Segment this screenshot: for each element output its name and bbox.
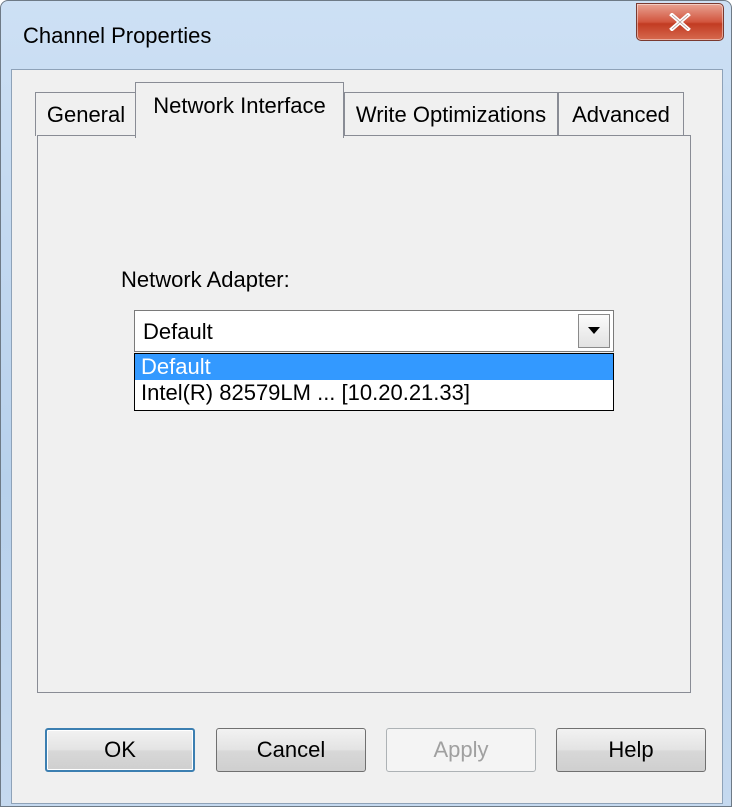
ok-button-label: OK xyxy=(104,737,136,762)
chevron-down-icon xyxy=(588,327,600,334)
window-title: Channel Properties xyxy=(23,23,212,48)
cancel-button-label: Cancel xyxy=(256,737,326,762)
network-interface-panel xyxy=(37,135,691,693)
dropdown-option-intel-adapter[interactable]: Intel(R) 82579LM ... [10.20.21.33] xyxy=(135,380,613,406)
tab-network-interface-label: Network Interface xyxy=(153,93,326,118)
cancel-button[interactable]: Cancel xyxy=(216,728,366,772)
close-button[interactable] xyxy=(636,3,724,41)
help-button-label: Help xyxy=(608,737,654,762)
network-adapter-dropdown-list: Default Intel(R) 82579LM ... [10.20.21.3… xyxy=(134,353,614,411)
tab-write-optimizations[interactable]: Write Optimizations xyxy=(344,92,558,136)
close-icon xyxy=(669,13,691,31)
tab-advanced[interactable]: Advanced xyxy=(558,92,684,136)
network-adapter-combobox[interactable]: Default xyxy=(134,310,614,352)
help-button[interactable]: Help xyxy=(556,728,706,772)
apply-button-label: Apply xyxy=(433,737,489,762)
dropdown-button[interactable] xyxy=(578,314,610,348)
tab-advanced-label: Advanced xyxy=(572,102,670,127)
tab-network-interface[interactable]: Network Interface xyxy=(135,82,344,138)
tab-write-optimizations-label: Write Optimizations xyxy=(355,102,547,127)
channel-properties-window: Channel Properties General Network Inter… xyxy=(0,0,732,807)
network-adapter-label: Network Adapter: xyxy=(121,267,290,292)
apply-button[interactable]: Apply xyxy=(386,728,536,772)
ok-button[interactable]: OK xyxy=(45,728,195,772)
network-adapter-value: Default xyxy=(143,319,213,344)
dropdown-option-default[interactable]: Default xyxy=(135,354,613,380)
dropdown-option-label: Intel(R) 82579LM ... [10.20.21.33] xyxy=(141,380,470,405)
tab-general-label: General xyxy=(46,102,126,127)
dropdown-option-label: Default xyxy=(141,354,211,379)
dialog-client-area: General Network Interface Write Optimiza… xyxy=(11,69,723,804)
tab-general[interactable]: General xyxy=(35,92,137,136)
